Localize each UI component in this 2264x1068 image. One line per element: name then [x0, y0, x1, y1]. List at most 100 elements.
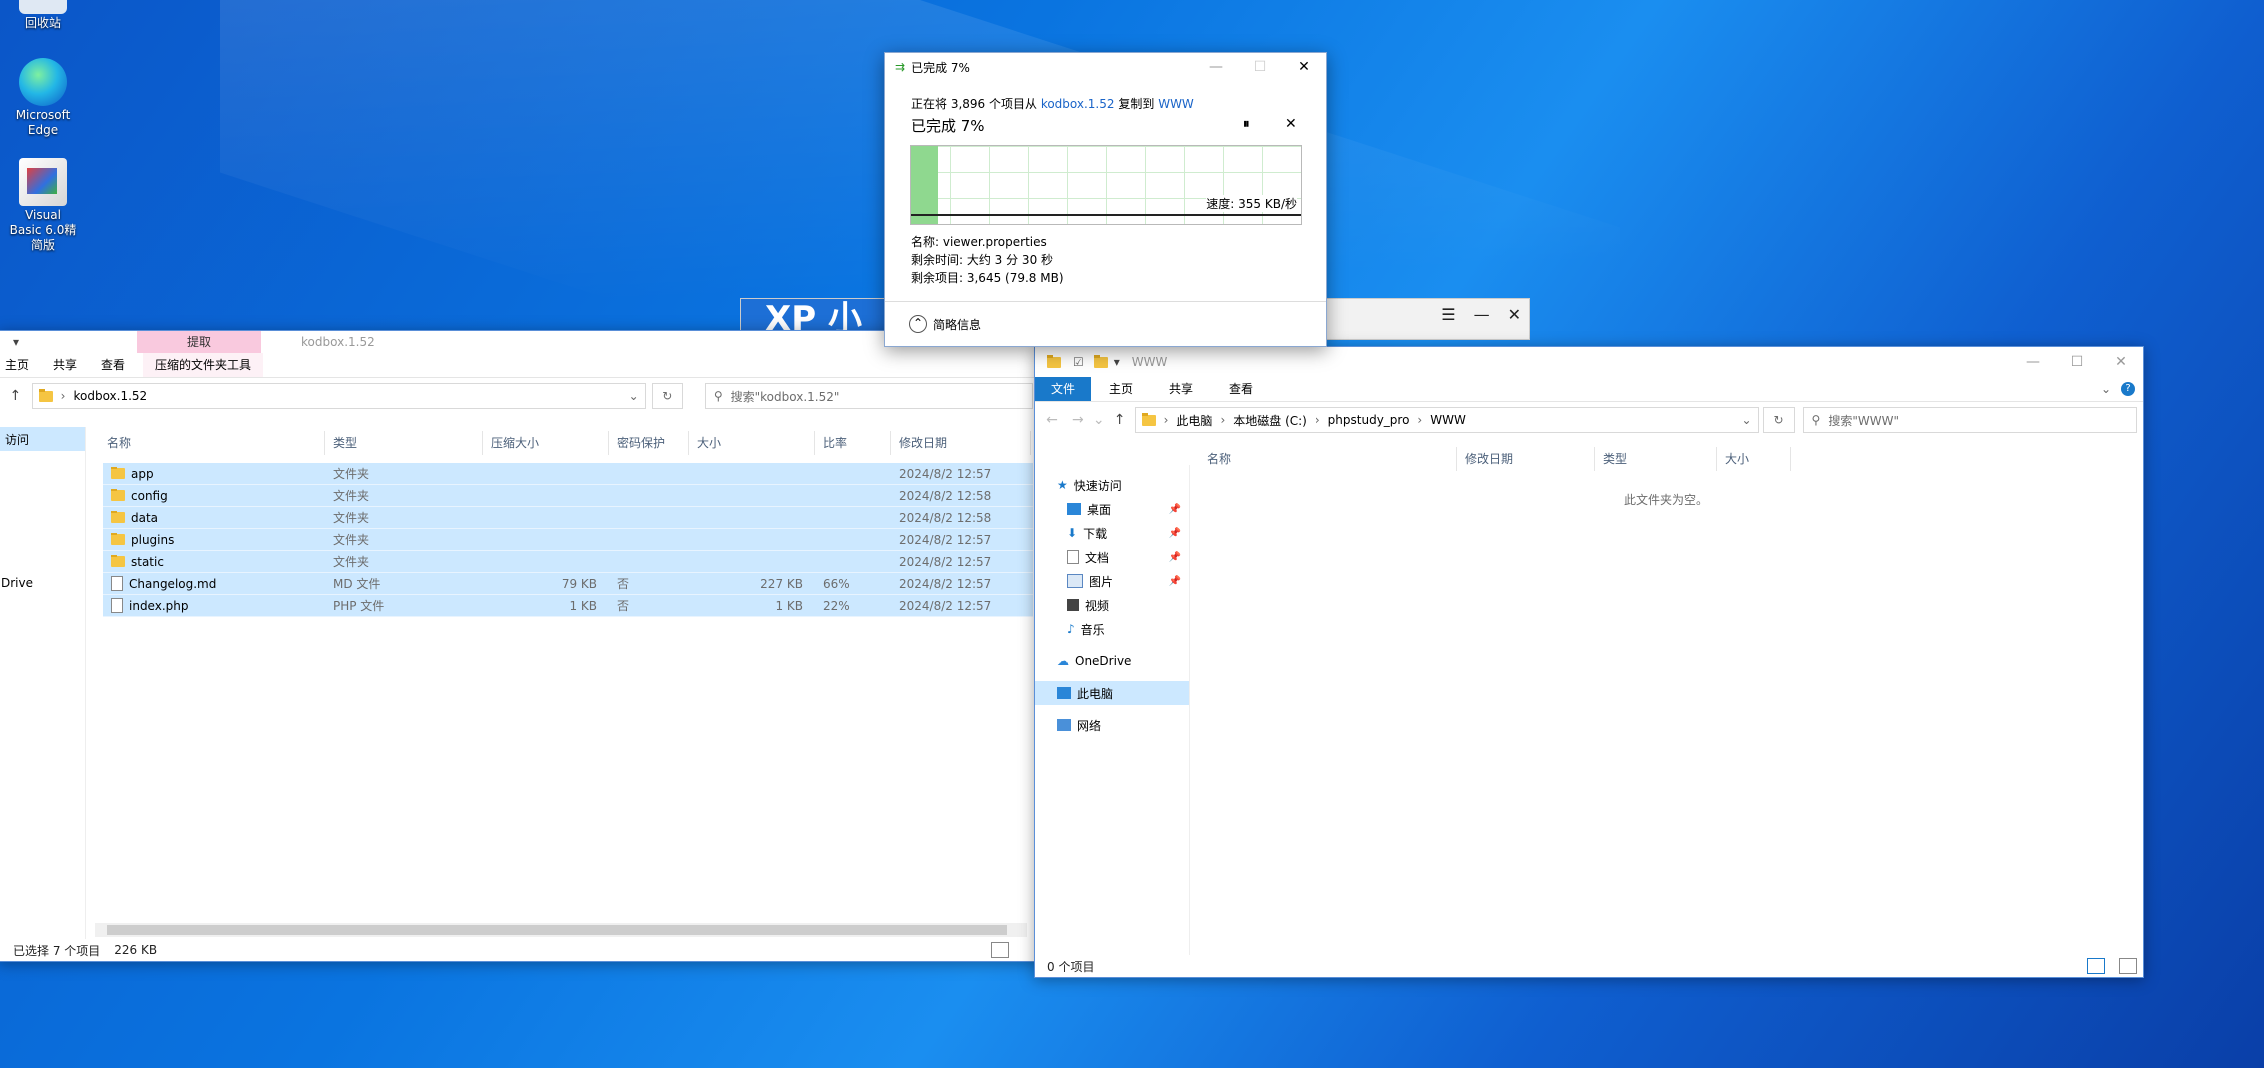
table-row[interactable]: data 文件夹 2024/8/2 12:58	[103, 507, 1033, 529]
col-name[interactable]: 名称	[99, 431, 325, 455]
dialog-footer: ⌃ 简略信息	[885, 301, 1326, 346]
new-folder-icon[interactable]	[1093, 354, 1108, 368]
chevron-down-icon[interactable]: ⌄	[629, 389, 639, 403]
status-selected: 已选择 7 个项目	[13, 943, 101, 958]
nav-downloads[interactable]: ⬇ 下载 📌	[1035, 521, 1189, 545]
quick-access-toolbar-icon[interactable]: ▾	[0, 335, 19, 349]
modified-date: 2024/8/2 12:57	[899, 554, 992, 569]
checkbox-icon[interactable]: ☑	[1073, 355, 1084, 369]
menu-icon[interactable]: ☰	[1441, 305, 1455, 324]
col-ratio[interactable]: 比率	[815, 431, 891, 455]
minimize-button[interactable]: —	[1194, 52, 1238, 82]
nav-pictures[interactable]: 图片 📌	[1035, 569, 1189, 593]
maximize-button[interactable]: ☐	[2055, 347, 2099, 377]
table-row[interactable]: plugins 文件夹 2024/8/2 12:57	[103, 529, 1033, 551]
maximize-button: ☐	[1253, 59, 1267, 75]
file-icon	[111, 598, 123, 613]
nav-documents[interactable]: 文档 📌	[1035, 545, 1189, 569]
close-button[interactable]: ✕	[2099, 347, 2143, 377]
desktop-vb6[interactable]: Visual Basic 6.0精简版	[8, 158, 78, 253]
compressed-size: 1 KB	[569, 598, 597, 613]
search-input[interactable]: ⚲ 搜索"WWW"	[1802, 407, 2137, 433]
cancel-icon[interactable]: ✕	[1285, 116, 1297, 132]
minimize-button[interactable]: —	[2011, 347, 2055, 377]
breadcrumb-www[interactable]: WWW	[1430, 413, 1466, 427]
up-arrow-icon[interactable]: ↑	[5, 388, 26, 404]
table-row[interactable]: app 文件夹 2024/8/2 12:57	[103, 463, 1033, 485]
nav-quick-access[interactable]: ★ 快速访问	[1035, 473, 1189, 497]
breadcrumb-phpstudy[interactable]: phpstudy_pro	[1328, 413, 1410, 427]
refresh-button[interactable]: ↻	[1762, 407, 1795, 433]
details-view-icon[interactable]	[991, 942, 1009, 958]
tab-share[interactable]: 共享	[41, 353, 89, 377]
destination-link[interactable]: WWW	[1158, 97, 1194, 111]
details-view-icon[interactable]	[2087, 958, 2105, 974]
nav-desktop[interactable]: 桌面 📌	[1035, 497, 1189, 521]
modified-date: 2024/8/2 12:57	[899, 466, 992, 481]
nav-this-pc[interactable]: 此电脑	[1035, 681, 1189, 705]
table-row[interactable]: static 文件夹 2024/8/2 12:57	[103, 551, 1033, 573]
tab-home[interactable]: 主页	[0, 353, 41, 377]
tab-file[interactable]: 文件	[1035, 377, 1092, 401]
desktop-recycle-bin[interactable]: 回收站	[8, 0, 78, 31]
ribbon-expand-icon[interactable]: ⌄	[2101, 382, 2111, 396]
minimize-icon[interactable]: —	[1474, 305, 1490, 324]
table-row[interactable]: Changelog.md MD 文件 79 KB 否 227 KB 66% 2024/8/2…	[103, 573, 1033, 595]
nav-quick-access[interactable]: 访问	[0, 427, 85, 451]
tab-compressed-tools[interactable]: 压缩的文件夹工具	[143, 353, 264, 377]
large-icons-view-icon[interactable]	[2119, 958, 2137, 974]
table-row[interactable]: config 文件夹 2024/8/2 12:58	[103, 485, 1033, 507]
col-type[interactable]: 类型	[1595, 447, 1717, 471]
search-input[interactable]: ⚲ 搜索"kodbox.1.52"	[704, 383, 1033, 409]
tab-view[interactable]: 查看	[89, 353, 137, 377]
col-size[interactable]: 大小	[689, 431, 815, 455]
vb6-label: Visual Basic 6.0精简版	[9, 208, 77, 252]
nav-onedrive[interactable]: Drive	[0, 571, 85, 595]
breadcrumb-this-pc[interactable]: 此电脑	[1176, 412, 1212, 429]
address-bar[interactable]: › kodbox.1.52 ⌄	[31, 383, 646, 409]
col-type[interactable]: 类型	[325, 431, 483, 455]
col-compressed-size[interactable]: 压缩大小	[483, 431, 609, 455]
horizontal-scrollbar[interactable]	[95, 923, 1027, 937]
progress-heading: 已完成 7%	[911, 117, 985, 135]
toolbar-dropdown-icon[interactable]: ▾	[1114, 355, 1120, 369]
nav-music[interactable]: ♪ 音乐	[1035, 617, 1189, 641]
col-date[interactable]: 修改日期	[891, 431, 1031, 455]
scrollbar-thumb[interactable]	[107, 925, 1007, 935]
forward-arrow-icon[interactable]: →	[1067, 412, 1089, 428]
close-button[interactable]: ✕	[1282, 52, 1326, 82]
refresh-button[interactable]: ↻	[651, 383, 683, 409]
tab-view[interactable]: 查看	[1211, 377, 1271, 401]
up-arrow-icon[interactable]: ↑	[1109, 412, 1131, 428]
nav-onedrive[interactable]: ☁ OneDrive	[1035, 649, 1189, 673]
col-date[interactable]: 修改日期	[1457, 447, 1595, 471]
address-bar[interactable]: › 此电脑 › 本地磁盘 (C:) › phpstudy_pro › WWW ⌄	[1134, 407, 1759, 433]
recent-locations-icon[interactable]: ⌄	[1093, 412, 1105, 428]
table-row[interactable]: index.php PHP 文件 1 KB 否 1 KB 22% 2024/8/2 12:5…	[103, 595, 1033, 617]
nav-videos[interactable]: 视频	[1035, 593, 1189, 617]
source-link[interactable]: kodbox.1.52	[1041, 97, 1115, 111]
col-name[interactable]: 名称	[1199, 447, 1457, 471]
col-size[interactable]: 大小	[1717, 447, 1791, 471]
col-password[interactable]: 密码保护	[609, 431, 689, 455]
compression-ratio: 66%	[823, 576, 850, 591]
nav-network[interactable]: 网络	[1035, 713, 1189, 737]
tab-home[interactable]: 主页	[1091, 377, 1151, 401]
help-icon[interactable]: ?	[2121, 382, 2135, 396]
back-arrow-icon[interactable]: ←	[1041, 412, 1063, 428]
pause-icon[interactable]: ⏸	[1243, 117, 1250, 132]
modified-date: 2024/8/2 12:58	[899, 488, 992, 503]
close-icon[interactable]: ✕	[1508, 305, 1521, 324]
recycle-bin-icon	[19, 0, 67, 14]
fewer-details-toggle[interactable]: 简略信息	[933, 316, 981, 333]
collapse-chevron-icon[interactable]: ⌃	[909, 315, 927, 333]
file-size: 1 KB	[775, 598, 803, 613]
file-type: 文件夹	[333, 511, 370, 525]
file-icon	[111, 576, 123, 591]
chevron-down-icon[interactable]: ⌄	[1742, 413, 1752, 427]
tab-share[interactable]: 共享	[1151, 377, 1211, 401]
pin-icon: 📌	[1168, 503, 1181, 515]
desktop-edge[interactable]: Microsoft Edge	[8, 58, 78, 138]
context-tab-label[interactable]: 提取	[137, 331, 262, 353]
breadcrumb-local-disk[interactable]: 本地磁盘 (C:)	[1233, 412, 1307, 429]
